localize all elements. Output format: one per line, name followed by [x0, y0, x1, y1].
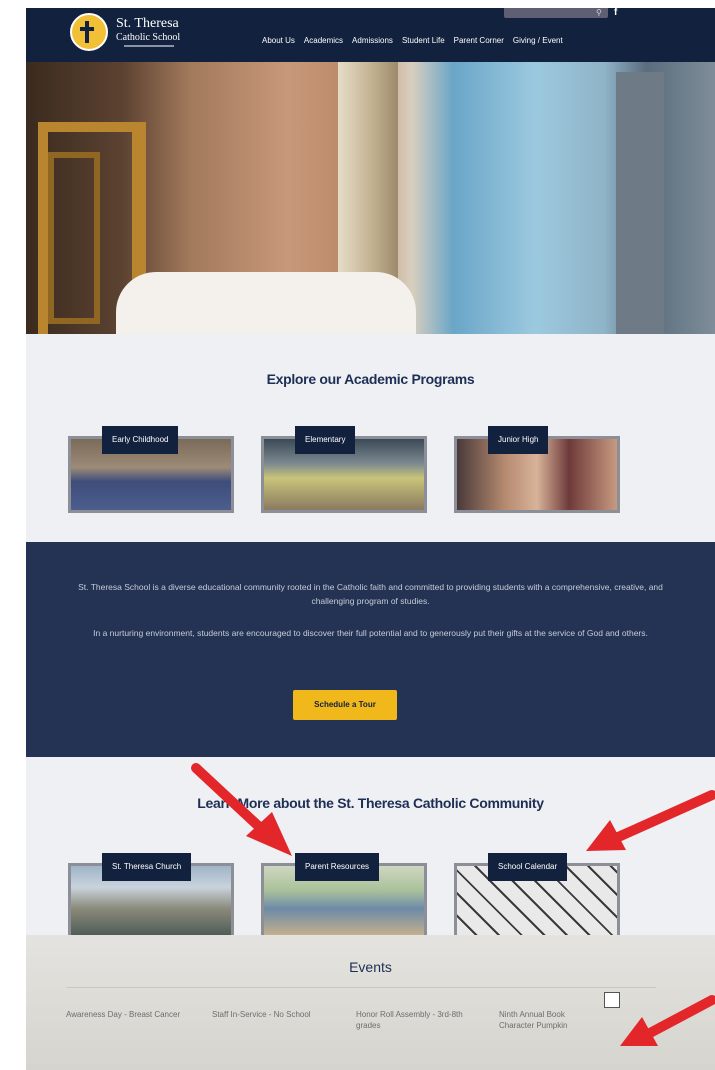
page: St. Theresa Catholic School ⚲ f About Us… — [26, 8, 715, 1070]
nav-student-life[interactable]: Student Life — [402, 36, 445, 45]
card-label-junior-high[interactable]: Junior High — [488, 426, 549, 454]
brand-subtitle[interactable]: Catholic School — [116, 32, 180, 43]
nav-giving-event[interactable]: Giving / Event — [513, 36, 563, 45]
card-label-st-theresa-church[interactable]: St. Theresa Church — [102, 853, 192, 881]
events-title: Events — [349, 959, 392, 975]
mission-paragraph-2: In a nurturing environment, students are… — [93, 628, 648, 638]
school-crest-logo[interactable] — [70, 13, 108, 51]
card-label-elementary[interactable]: Elementary — [295, 426, 356, 454]
nav-about-us[interactable]: About Us — [262, 36, 295, 45]
event-item[interactable]: Ninth Annual Book Character Pumpkin — [499, 1009, 599, 1031]
mission-paragraph-1: St. Theresa School is a diverse educatio… — [78, 582, 663, 606]
main-nav: About Us Academics Admissions Student Li… — [262, 36, 563, 45]
events-divider — [66, 987, 656, 988]
search-icon[interactable]: ⚲ — [596, 8, 602, 17]
nav-academics[interactable]: Academics — [304, 36, 343, 45]
event-item[interactable]: Awareness Day - Breast Cancer — [66, 1009, 186, 1020]
hero-student-shirt — [116, 272, 416, 334]
card-label-early-childhood[interactable]: Early Childhood — [102, 426, 179, 454]
community-title: Learn More about the St. Theresa Catholi… — [197, 795, 544, 811]
nav-admissions[interactable]: Admissions — [352, 36, 393, 45]
event-item[interactable]: Honor Roll Assembly - 3rd-8th grades — [356, 1009, 476, 1031]
card-label-parent-resources[interactable]: Parent Resources — [295, 853, 380, 881]
schedule-tour-button[interactable]: Schedule a Tour — [293, 690, 397, 720]
brand-divider — [124, 45, 174, 47]
nav-parent-corner[interactable]: Parent Corner — [454, 36, 504, 45]
event-item[interactable]: Staff In-Service - No School — [212, 1009, 332, 1020]
site-header: St. Theresa Catholic School ⚲ f About Us… — [26, 8, 715, 62]
hero-image — [26, 62, 715, 334]
hero-window-blind — [616, 72, 664, 334]
cross-bar — [80, 27, 94, 31]
mission-band: St. Theresa School is a diverse educatio… — [26, 542, 715, 757]
card-label-school-calendar[interactable]: School Calendar — [488, 853, 568, 881]
events-section: Events Awareness Day - Breast Cancer Sta… — [26, 935, 715, 1070]
cross-icon — [85, 21, 89, 43]
facebook-icon[interactable]: f — [614, 8, 617, 18]
academic-programs-title: Explore our Academic Programs — [266, 371, 475, 387]
hero-frame-detail — [48, 152, 100, 324]
search-input[interactable] — [504, 8, 608, 18]
brand-name[interactable]: St. Theresa — [116, 16, 179, 32]
event-checkbox[interactable] — [604, 992, 620, 1008]
